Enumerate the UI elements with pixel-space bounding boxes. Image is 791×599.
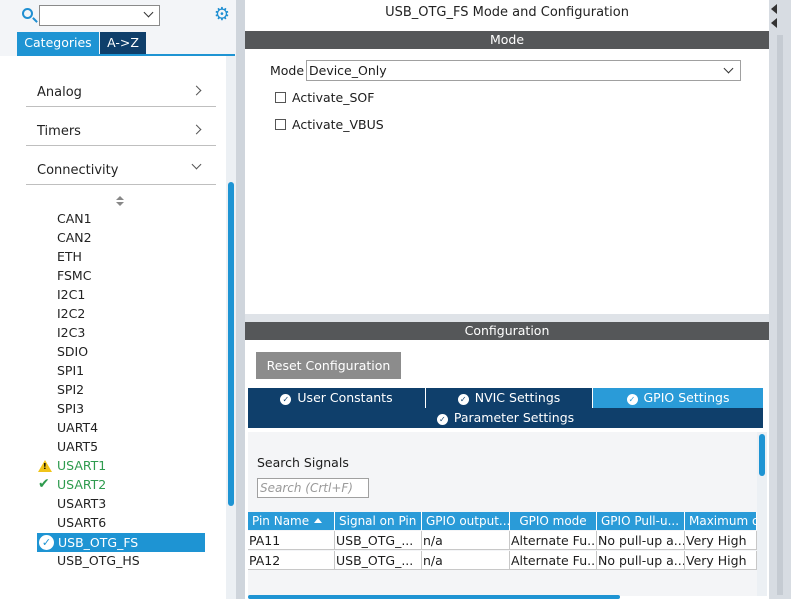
cell-pin-name[interactable]: PA12 <box>248 551 335 570</box>
tab-a-to-z[interactable]: A->Z <box>100 32 146 54</box>
warning-icon <box>38 460 52 472</box>
chevron-right-icon <box>191 124 202 135</box>
cell-gpio-output[interactable]: n/a <box>422 531 510 550</box>
tab-nvic-settings[interactable]: ✓ NVIC Settings <box>426 388 592 408</box>
category-analog[interactable]: Analog <box>26 77 216 107</box>
peripheral-can2[interactable]: CAN2 <box>57 228 92 247</box>
tab-user-constants[interactable]: ✓ User Constants <box>248 388 425 408</box>
left-scrollbar-thumb[interactable] <box>228 182 234 506</box>
cell-pin-name[interactable]: PA11 <box>248 531 335 550</box>
search-signals-label: Search Signals <box>257 455 349 470</box>
cell-max-output-speed[interactable]: Very High <box>685 531 757 550</box>
cell-max-output-speed[interactable]: Very High <box>685 551 757 570</box>
column-header-gpio-output[interactable]: GPIO output... <box>422 512 510 530</box>
peripheral-spi2[interactable]: SPI2 <box>57 380 84 399</box>
tab-gpio-settings[interactable]: ✓ GPIO Settings <box>593 388 763 408</box>
cell-signal[interactable]: USB_OTG_... <box>335 551 422 570</box>
checkbox-box[interactable] <box>275 119 286 130</box>
check-circle-icon: ✓ <box>436 414 448 425</box>
chevron-right-icon <box>191 85 202 96</box>
tab-label: NVIC Settings <box>474 390 561 405</box>
peripheral-usart2[interactable]: USART2 <box>57 475 106 494</box>
sort-icon[interactable] <box>116 196 125 207</box>
chevron-down-icon <box>191 159 202 170</box>
category-label: Connectivity <box>37 163 119 178</box>
search-icon[interactable] <box>22 8 33 19</box>
peripheral-uart5[interactable]: UART5 <box>57 437 98 456</box>
column-header-max-output-speed[interactable]: Maximum o... <box>685 512 757 530</box>
peripheral-i2c2[interactable]: I2C2 <box>57 304 85 323</box>
chevron-down-icon[interactable] <box>143 7 154 18</box>
collapse-arrow-icon[interactable] <box>771 18 777 28</box>
collapse-arrow-icon[interactable] <box>771 4 777 14</box>
reset-configuration-button[interactable]: Reset Configuration <box>256 352 401 379</box>
peripheral-usart3[interactable]: USART3 <box>57 494 106 513</box>
tab-categories[interactable]: Categories <box>17 32 99 54</box>
check-circle-icon: ✓ <box>280 394 292 405</box>
column-header-gpio-pull[interactable]: GPIO Pull-u... <box>597 512 685 530</box>
column-header-signal[interactable]: Signal on Pin <box>335 512 422 530</box>
peripheral-i2c3[interactable]: I2C3 <box>57 323 85 342</box>
checkmark-icon: ✔ <box>38 476 50 492</box>
category-label: Timers <box>37 124 81 139</box>
panel-gap <box>245 314 769 322</box>
mode-label: Mode <box>270 63 305 78</box>
check-circle-icon: ✓ <box>39 535 54 550</box>
peripheral-usart1[interactable]: USART1 <box>57 456 106 475</box>
checkbox-label: Activate_SOF <box>292 90 375 105</box>
sort-ascending-icon <box>314 518 323 523</box>
left-panel: ⚙ Categories A->Z Analog Timers Connecti… <box>0 0 236 599</box>
checkbox-label: Activate_VBUS <box>292 117 384 132</box>
tab-parameter-settings[interactable]: ✓ Parameter Settings <box>248 408 763 428</box>
page-title: USB_OTG_FS Mode and Configuration <box>385 5 629 20</box>
peripheral-eth[interactable]: ETH <box>57 247 82 266</box>
tab-label: User Constants <box>297 390 393 405</box>
column-header-gpio-mode[interactable]: GPIO mode <box>510 512 597 530</box>
outer-scrollbar[interactable] <box>777 35 783 595</box>
activate-sof-checkbox[interactable]: Activate_SOF <box>275 90 374 106</box>
cell-gpio-pull[interactable]: No pull-up a... <box>597 551 685 570</box>
peripheral-sdio[interactable]: SDIO <box>57 342 88 361</box>
peripheral-usb-otg-fs[interactable]: USB_OTG_FS <box>37 533 205 552</box>
gear-icon[interactable]: ⚙ <box>213 6 231 24</box>
peripheral-spi1[interactable]: SPI1 <box>57 361 84 380</box>
column-header-label: Pin Name <box>252 514 310 528</box>
peripheral-i2c1[interactable]: I2C1 <box>57 285 85 304</box>
category-connectivity[interactable]: Connectivity <box>26 155 216 185</box>
cell-gpio-output[interactable]: n/a <box>422 551 510 570</box>
tab-underline <box>17 54 235 56</box>
peripheral-search-combo[interactable] <box>39 5 160 26</box>
chevron-down-icon[interactable] <box>723 63 734 74</box>
mode-section-header: Mode <box>245 31 769 49</box>
cell-signal[interactable]: USB_OTG_... <box>335 531 422 550</box>
cell-gpio-mode[interactable]: Alternate Fu... <box>510 551 597 570</box>
tab-label: GPIO Settings <box>643 390 730 405</box>
mode-select-value: Device_Only <box>309 63 387 78</box>
column-header-pin-name[interactable]: Pin Name <box>248 512 335 530</box>
tab-label: Parameter Settings <box>453 410 575 425</box>
panel-divider[interactable] <box>236 0 245 599</box>
peripheral-uart4[interactable]: UART4 <box>57 418 98 437</box>
gpio-scrollbar-thumb[interactable] <box>759 434 765 476</box>
peripheral-usart6[interactable]: USART6 <box>57 513 106 532</box>
check-circle-icon: ✓ <box>457 394 469 405</box>
cell-gpio-mode[interactable]: Alternate Fu... <box>510 531 597 550</box>
activate-vbus-checkbox[interactable]: Activate_VBUS <box>275 117 384 133</box>
peripheral-spi3[interactable]: SPI3 <box>57 399 84 418</box>
check-circle-icon: ✓ <box>626 394 638 405</box>
search-signals-input[interactable]: Search (Crtl+F) <box>257 478 369 498</box>
cell-gpio-pull[interactable]: No pull-up a... <box>597 531 685 550</box>
category-label: Analog <box>37 85 82 100</box>
configuration-section-header: Configuration <box>245 322 769 340</box>
mode-select[interactable]: Device_Only <box>306 60 741 81</box>
checkbox-box[interactable] <box>275 92 286 103</box>
peripheral-can1[interactable]: CAN1 <box>57 209 92 228</box>
category-timers[interactable]: Timers <box>26 116 216 146</box>
peripheral-usb-otg-hs[interactable]: USB_OTG_HS <box>57 551 140 570</box>
peripheral-fsmc[interactable]: FSMC <box>57 266 91 285</box>
horizontal-scrollbar-thumb[interactable] <box>248 595 620 599</box>
